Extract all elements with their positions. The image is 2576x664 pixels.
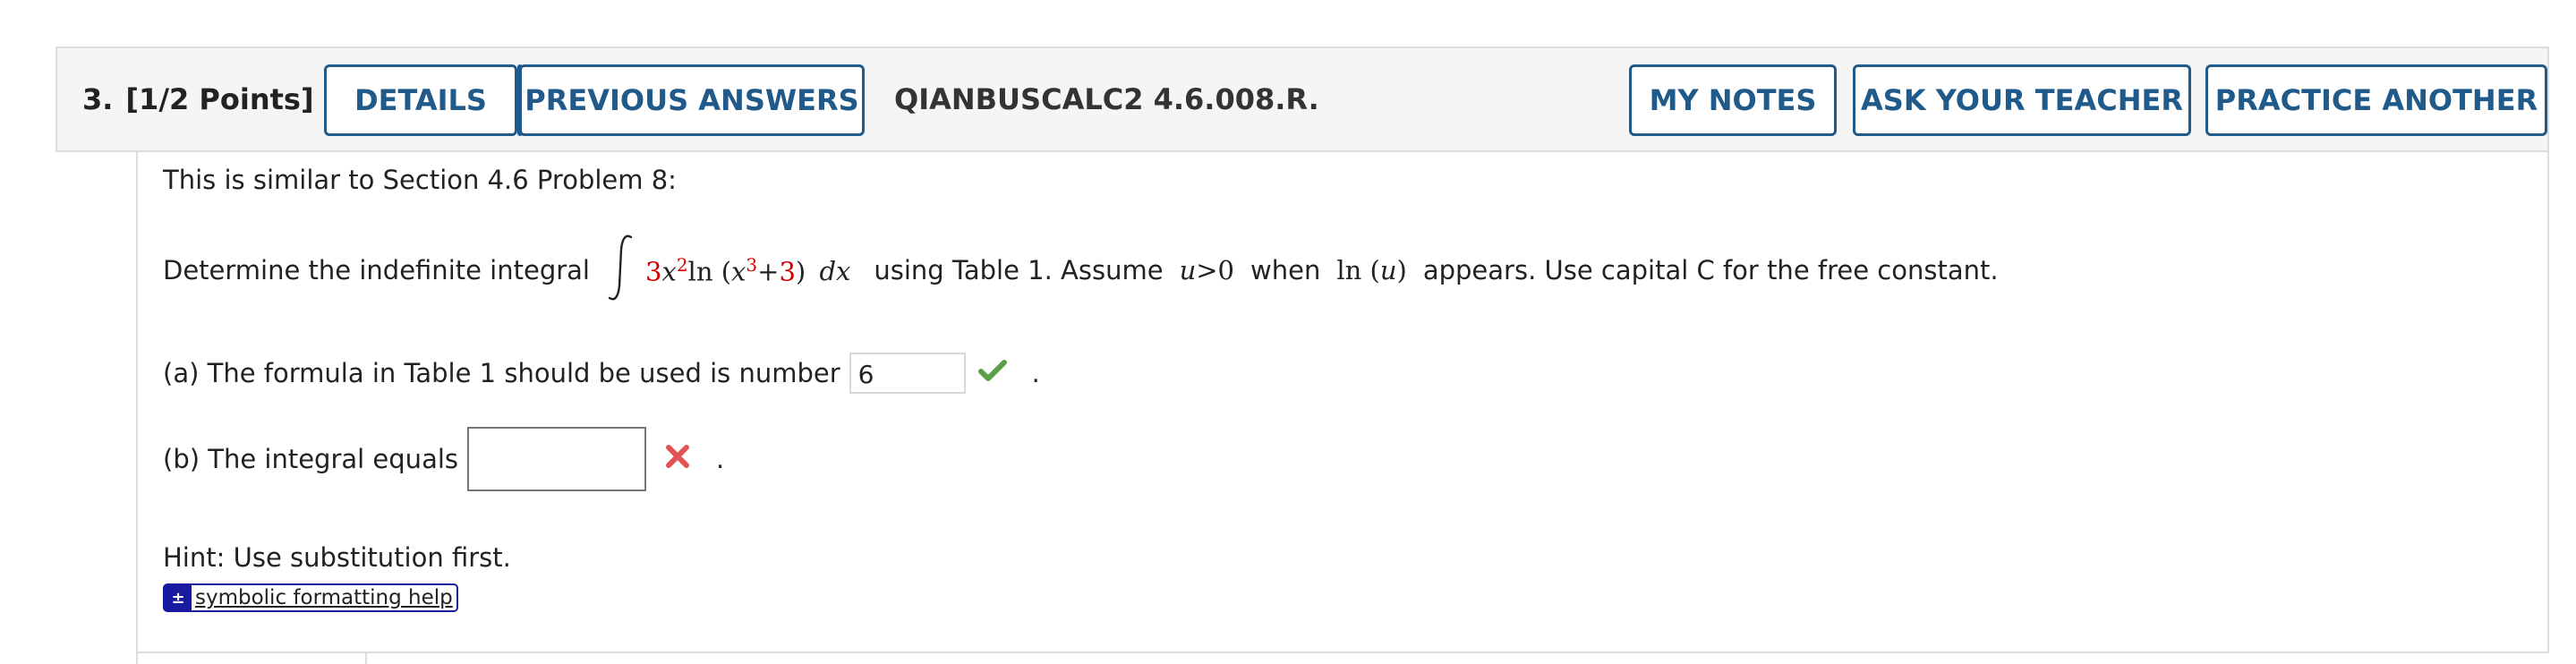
prompt-suffix: appears. Use capital C for the free cons… (1422, 255, 1999, 285)
condition-inequality: >0 (1196, 255, 1234, 285)
practice-another-button[interactable]: PRACTICE ANOTHER (2205, 64, 2547, 136)
part-a: (a) The formula in Table 1 should be use… (163, 351, 1040, 396)
check-icon (977, 358, 1007, 388)
part-b-answer-input[interactable] (467, 427, 647, 491)
ask-your-teacher-button[interactable]: ASK YOUR TEACHER (1853, 64, 2191, 136)
cross-icon (664, 443, 691, 476)
question-intro: This is similar to Section 4.6 Problem 8… (163, 165, 677, 195)
condition-variable: u (1179, 255, 1197, 285)
help-link-label: symbolic formatting help (195, 586, 453, 609)
question-number: 3. (82, 82, 114, 116)
bottom-tab-edge (136, 651, 367, 664)
prompt-prefix: Determine the indefinite integral (163, 255, 590, 285)
prompt-using: using Table 1. Assume (874, 255, 1164, 285)
part-b-label: (b) The integral equals (163, 444, 459, 474)
question-code: QIANBUSCALC2 4.6.008.R. (894, 82, 1319, 116)
details-button[interactable]: DETAILS (324, 64, 517, 136)
plus-minus-icon: ± (165, 585, 192, 610)
part-a-answer-input[interactable]: 6 (849, 353, 966, 394)
hint-text: Hint: Use substitution first. (163, 542, 511, 573)
question-points: [1/2 Points] (125, 82, 314, 116)
part-a-period: . (1031, 358, 1040, 388)
question-header: 3. [1/2 Points] DETAILS PREVIOUS ANSWERS… (55, 47, 2549, 152)
my-notes-button[interactable]: MY NOTES (1629, 64, 1837, 136)
symbolic-formatting-help-button[interactable]: ± symbolic formatting help (163, 583, 458, 612)
ln-expression: ln (u) (1336, 255, 1407, 285)
part-b: (b) The integral equals . (163, 426, 724, 492)
question-number-points: 3. [1/2 Points] (82, 48, 314, 150)
part-a-label: (a) The formula in Table 1 should be use… (163, 358, 840, 388)
prompt-when: when (1250, 255, 1321, 285)
question-body: This is similar to Section 4.6 Problem 8… (136, 152, 2549, 653)
integral-sign-icon (606, 232, 636, 310)
integrand: 3x2ln (x3+3) dx (645, 253, 851, 287)
part-b-period: . (716, 444, 725, 474)
problem-statement: Determine the indefinite integral 3x2ln … (163, 234, 1999, 306)
previous-answers-button[interactable]: PREVIOUS ANSWERS (519, 64, 865, 136)
